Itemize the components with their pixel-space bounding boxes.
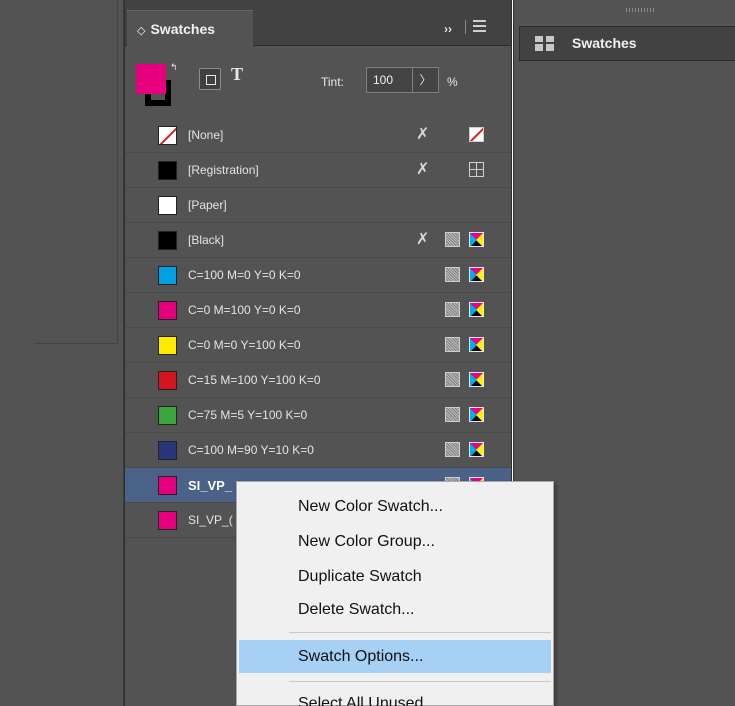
cmyk-mode-icon <box>469 372 484 387</box>
swatch-row-black[interactable]: [Black] ✗ <box>125 223 511 258</box>
none-color-icon <box>469 127 484 142</box>
cmyk-mode-icon <box>469 407 484 422</box>
swatch-chip <box>158 336 177 355</box>
cmyk-mode-icon <box>469 442 484 457</box>
menu-separator <box>289 681 551 682</box>
swatch-chip <box>158 266 177 285</box>
process-color-icon <box>445 302 460 317</box>
swatch-chip <box>158 441 177 460</box>
non-editable-icon: ✗ <box>416 126 430 143</box>
menu-item-duplicate-swatch[interactable]: Duplicate Swatch <box>239 560 551 593</box>
cmyk-mode-icon <box>469 337 484 352</box>
expand-panels-icon[interactable]: ›› <box>444 22 452 36</box>
dock-grip[interactable] <box>626 8 656 12</box>
formatting-affects-text-button[interactable]: T <box>231 64 243 85</box>
swatch-name: C=0 M=0 Y=100 K=0 <box>188 338 301 352</box>
menu-item-new-color-group[interactable]: New Color Group... <box>239 525 551 558</box>
swatch-row-none[interactable]: [None] ✗ <box>125 118 511 153</box>
tab-swatches[interactable]: ◇ Swatches <box>127 10 253 46</box>
swap-fill-stroke-icon[interactable]: ↰ <box>170 62 178 73</box>
menu-item-select-all-unused[interactable]: Select All Unused <box>239 687 551 706</box>
tabbar-divider <box>465 20 466 34</box>
swatch-chip <box>158 511 177 530</box>
collapsed-swatches-button[interactable]: Swatches <box>519 26 735 61</box>
swatch-name: [None] <box>188 128 224 142</box>
swatch-name: C=0 M=100 Y=0 K=0 <box>188 303 301 317</box>
menu-item-delete-swatch[interactable]: Delete Swatch... <box>239 593 551 626</box>
swatch-name: [Paper] <box>188 198 227 212</box>
tint-unit: % <box>447 75 458 89</box>
swatch-chip <box>158 161 177 180</box>
swatch-chip <box>158 371 177 390</box>
swatches-icon <box>535 36 555 51</box>
swatch-row[interactable]: C=100 M=90 Y=10 K=0 <box>125 433 511 468</box>
menu-item-swatch-options[interactable]: Swatch Options... <box>239 640 551 673</box>
swatch-chip <box>158 476 177 495</box>
context-menu: New Color Swatch... New Color Group... D… <box>236 481 554 706</box>
swatch-row[interactable]: C=75 M=5 Y=100 K=0 <box>125 398 511 433</box>
swatch-name: C=100 M=90 Y=10 K=0 <box>188 443 314 457</box>
swatch-row-paper[interactable]: [Paper] <box>125 188 511 223</box>
swatch-row[interactable]: C=0 M=100 Y=0 K=0 <box>125 293 511 328</box>
cmyk-mode-icon <box>469 232 484 247</box>
document-background <box>0 0 124 706</box>
non-editable-icon: ✗ <box>416 161 430 178</box>
tint-slider-arrow[interactable]: 〉 <box>413 67 439 93</box>
registration-icon <box>469 162 484 177</box>
collapsed-swatches-label: Swatches <box>572 35 637 51</box>
tint-label: Tint: <box>321 75 344 89</box>
swatch-chip <box>158 231 177 250</box>
process-color-icon <box>445 372 460 387</box>
swatch-name: SI_VP_( <box>188 513 233 527</box>
process-color-icon <box>445 337 460 352</box>
swatch-name: SI_VP_ <box>188 478 233 493</box>
process-color-icon <box>445 232 460 247</box>
swatch-chip <box>158 196 177 215</box>
swatch-name: [Black] <box>188 233 225 247</box>
fill-swatch[interactable] <box>136 64 166 94</box>
process-color-icon <box>445 407 460 422</box>
tint-input[interactable] <box>366 67 413 93</box>
swatch-chip <box>158 126 177 145</box>
swatch-name: [Registration] <box>188 163 259 177</box>
swatch-row[interactable]: C=100 M=0 Y=0 K=0 <box>125 258 511 293</box>
fill-stroke-control[interactable]: ↰ <box>135 62 179 108</box>
formatting-affects-container-button[interactable] <box>199 68 221 90</box>
menu-separator <box>289 632 551 633</box>
swatch-list: [None] ✗ [Registration] ✗ [Paper] [Black… <box>125 118 511 538</box>
process-color-icon <box>445 442 460 457</box>
swatch-chip <box>158 301 177 320</box>
swatch-row-registration[interactable]: [Registration] ✗ <box>125 153 511 188</box>
tab-collapse-icon[interactable]: ◇ <box>137 25 145 37</box>
process-color-icon <box>445 267 460 282</box>
cmyk-mode-icon <box>469 302 484 317</box>
panel-tab-bar: ◇ Swatches ›› <box>125 0 511 46</box>
non-editable-icon: ✗ <box>416 231 430 248</box>
swatch-name: C=75 M=5 Y=100 K=0 <box>188 408 308 422</box>
swatches-toolbar: ↰ T Tint: 〉 % <box>125 46 511 118</box>
swatch-name: C=100 M=0 Y=0 K=0 <box>188 268 301 282</box>
swatch-name: C=15 M=100 Y=100 K=0 <box>188 373 321 387</box>
menu-item-new-color-swatch[interactable]: New Color Swatch... <box>239 490 551 523</box>
swatch-row[interactable]: C=0 M=0 Y=100 K=0 <box>125 328 511 363</box>
swatch-row[interactable]: C=15 M=100 Y=100 K=0 <box>125 363 511 398</box>
cmyk-mode-icon <box>469 267 484 282</box>
swatch-chip <box>158 406 177 425</box>
panel-menu-icon[interactable] <box>473 20 487 32</box>
tab-swatches-label: Swatches <box>150 21 216 37</box>
background-panel-outline <box>34 0 118 344</box>
